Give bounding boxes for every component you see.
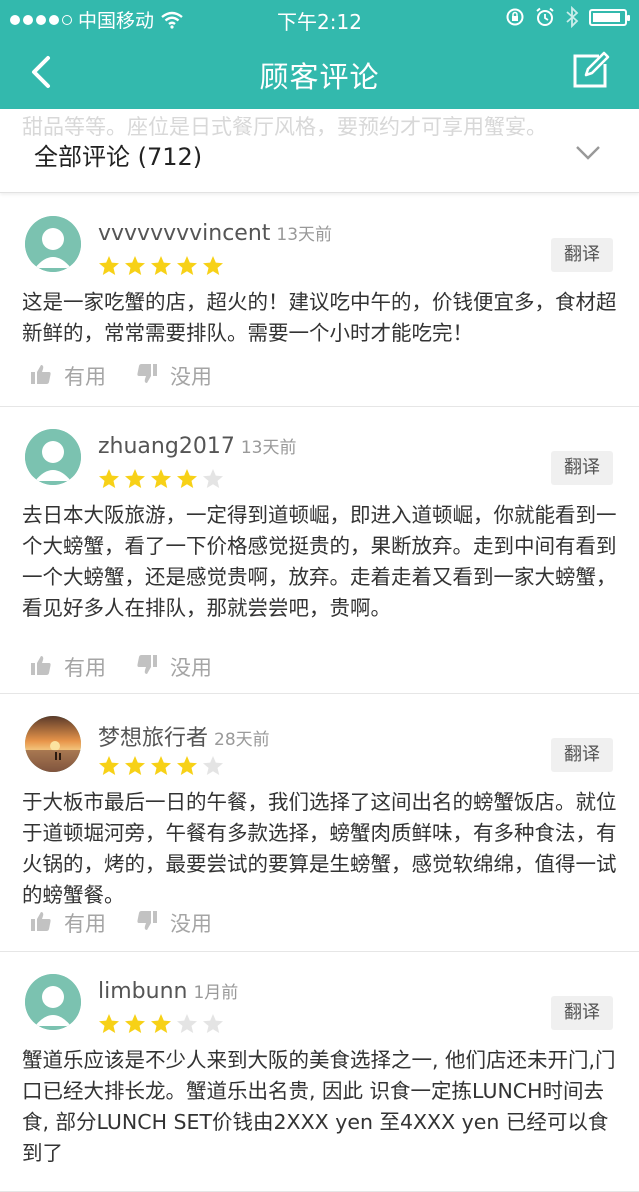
review-list: vvvvvvvvincent 13天前 翻译 这是一家吃蟹的店，超火的！建议吃中午的，…: [0, 194, 639, 1192]
nav-bar: 顾客评论: [0, 36, 639, 109]
username[interactable]: limbunn: [98, 979, 187, 1004]
translate-button[interactable]: 翻译: [551, 738, 613, 772]
review-time: 1月前: [193, 983, 239, 1003]
review-actions: 有用 没用: [30, 908, 212, 938]
star-icon: [99, 469, 119, 488]
review-actions: 有用 没用: [30, 652, 212, 682]
edit-icon[interactable]: [569, 48, 613, 92]
translate-button[interactable]: 翻译: [551, 451, 613, 485]
useless-label: 没用: [170, 365, 212, 389]
star-icon: [99, 256, 119, 275]
star-icon: [151, 756, 171, 775]
star-icon: [151, 1014, 171, 1033]
star-icon: [125, 1014, 145, 1033]
review-user: limbunn 1月前: [98, 978, 238, 1004]
review-time: 28天前: [214, 730, 270, 750]
star-icon: [151, 256, 171, 275]
thumbs-down-icon: [136, 363, 158, 390]
useful-label: 有用: [64, 365, 106, 389]
star-icon: [177, 756, 197, 775]
username[interactable]: zhuang2017: [98, 434, 235, 459]
useless-label: 没用: [170, 912, 212, 936]
useful-label: 有用: [64, 656, 106, 680]
review-item: vvvvvvvvincent 13天前翻译这是一家吃蟹的店，超火的！建议吃中午的，…: [0, 194, 639, 407]
avatar[interactable]: [25, 974, 81, 1030]
review-actions: 有用 没用: [30, 361, 212, 391]
battery-icon: [589, 8, 630, 26]
filter-label[interactable]: 全部评论 (712): [34, 137, 202, 172]
thumbs-down-icon: [136, 654, 158, 681]
avatar[interactable]: [25, 429, 81, 485]
review-item: 梦想旅行者 28天前 翻译于大板市最后一日的午餐，我们选择了这间出名的螃蟹饭店。就位…: [0, 694, 639, 952]
rating-stars: [98, 468, 224, 490]
useful-button[interactable]: 有用: [30, 908, 106, 938]
useless-label: 没用: [170, 656, 212, 680]
star-icon: [125, 469, 145, 488]
thumbs-down-icon: [136, 910, 158, 937]
star-icon: [125, 756, 145, 775]
alarm-icon: [536, 7, 554, 26]
bluetooth-icon: [566, 6, 579, 28]
avatar[interactable]: [25, 716, 81, 772]
star-icon: [99, 1014, 119, 1033]
star-icon: [151, 469, 171, 488]
star-icon: [203, 256, 223, 275]
translate-button[interactable]: 翻译: [551, 238, 613, 272]
review-user: vvvvvvvvincent 13天前: [98, 220, 332, 246]
review-time: 13天前: [276, 225, 333, 245]
review-item: limbunn 1月前翻译蟹道乐应该是不少人来到大阪的美食选择之一, 他们店还未开…: [0, 952, 639, 1192]
star-icon: [177, 469, 197, 488]
useful-button[interactable]: 有用: [30, 361, 106, 391]
rating-stars: [98, 255, 224, 277]
translate-button[interactable]: 翻译: [551, 996, 613, 1030]
username[interactable]: 梦想旅行者: [98, 726, 208, 751]
review-text: 这是一家吃蟹的店，超火的！建议吃中午的，价钱便宜多，食材超新鲜的，常常需要排队。…: [22, 290, 617, 345]
star-icon: [177, 256, 197, 275]
review-text: 蟹道乐应该是不少人来到大阪的美食选择之一, 他们店还未开门,门口已经大排长龙。蟹…: [22, 1048, 616, 1165]
status-bar: 中国移动 下午2:12: [0, 0, 639, 36]
chevron-down-icon[interactable]: [575, 145, 601, 161]
star-icon: [99, 756, 119, 775]
filter-bar[interactable]: 甜品等等。座位是日式餐厅风格，要预约才可享用蟹宴。 全部评论 (712): [0, 109, 639, 193]
review-user: zhuang2017 13天前: [98, 433, 296, 459]
scrolled-text: 甜品等等。座位是日式餐厅风格，要预约才可享用蟹宴。: [22, 115, 547, 137]
review-item: zhuang2017 13天前翻译去日本大阪旅游，一定得到道顿崛，即进入道顿崛，你…: [0, 407, 639, 694]
page-title: 顾客评论: [259, 60, 380, 94]
star-icon: [203, 469, 223, 488]
star-icon: [125, 256, 145, 275]
review-text: 去日本大阪旅游，一定得到道顿崛，即进入道顿崛，你就能看到一个大螃蟹，看了一下价格…: [22, 503, 617, 620]
rating-stars: [98, 1013, 224, 1035]
useful-label: 有用: [64, 912, 106, 936]
star-icon: [203, 1014, 223, 1033]
top-bar: 中国移动 下午2:12 顾客评论: [0, 0, 639, 109]
useless-button[interactable]: 没用: [136, 652, 212, 682]
rating-stars: [98, 755, 224, 777]
thumbs-up-icon: [30, 910, 52, 937]
thumbs-up-icon: [30, 654, 52, 681]
review-time: 13天前: [240, 438, 297, 458]
username[interactable]: vvvvvvvvincent: [98, 221, 270, 246]
review-user: 梦想旅行者 28天前: [98, 720, 270, 752]
thumbs-up-icon: [30, 363, 52, 390]
review-text: 于大板市最后一日的午餐，我们选择了这间出名的螃蟹饭店。就位于道顿堀河旁，午餐有多…: [22, 790, 617, 907]
star-icon: [203, 756, 223, 775]
star-icon: [177, 1014, 197, 1033]
avatar[interactable]: [25, 216, 81, 272]
useless-button[interactable]: 没用: [136, 908, 212, 938]
rotation-lock-icon: [506, 8, 524, 26]
useless-button[interactable]: 没用: [136, 361, 212, 391]
useful-button[interactable]: 有用: [30, 652, 106, 682]
